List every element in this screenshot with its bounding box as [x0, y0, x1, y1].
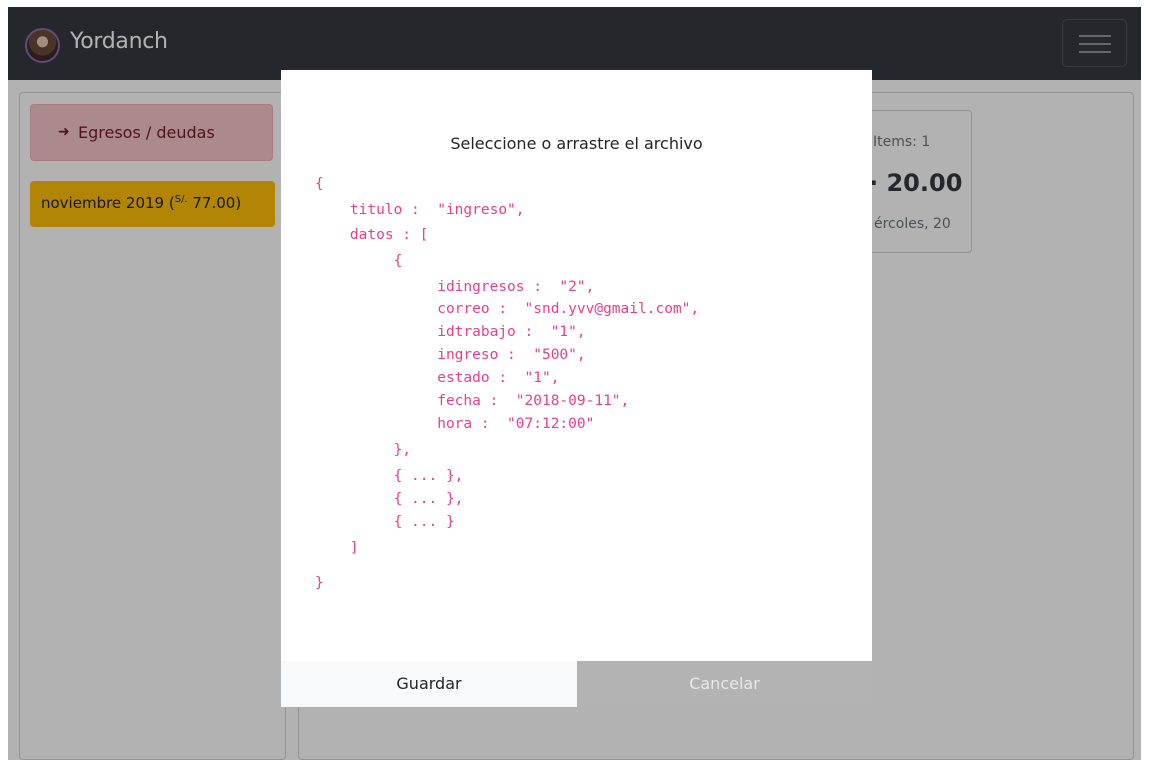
modal-title[interactable]: Seleccione o arrastre el archivo [281, 134, 872, 153]
json-line: correo : "snd.yvv@gmail.com", [315, 301, 700, 317]
json-line: ] [315, 540, 359, 556]
app-frame: Yordanch ➜ Egresos / deudas noviembre 20… [8, 7, 1141, 760]
json-line: fecha : "2018-09-11", [315, 393, 630, 409]
cancel-button[interactable]: Cancelar [577, 661, 872, 707]
json-line: titulo : "ingreso", [315, 202, 525, 218]
json-line: idingresos : "2", [315, 279, 595, 295]
json-line: idtrabajo : "1", [315, 324, 586, 340]
upload-modal: Seleccione o arrastre el archivo { titul… [281, 70, 872, 707]
json-line: estado : "1", [315, 370, 560, 386]
json-line: { [315, 253, 403, 269]
json-line: ingreso : "500", [315, 347, 586, 363]
json-line: { ... }, [315, 491, 464, 507]
json-line: datos : [ [315, 227, 429, 243]
json-line: { [315, 176, 324, 192]
save-button[interactable]: Guardar [281, 661, 577, 707]
json-line: } [315, 575, 324, 591]
json-line: }, [315, 442, 412, 458]
json-line: { ... } [315, 514, 455, 530]
json-line: { ... }, [315, 468, 464, 484]
json-line: hora : "07:12:00" [315, 416, 595, 432]
